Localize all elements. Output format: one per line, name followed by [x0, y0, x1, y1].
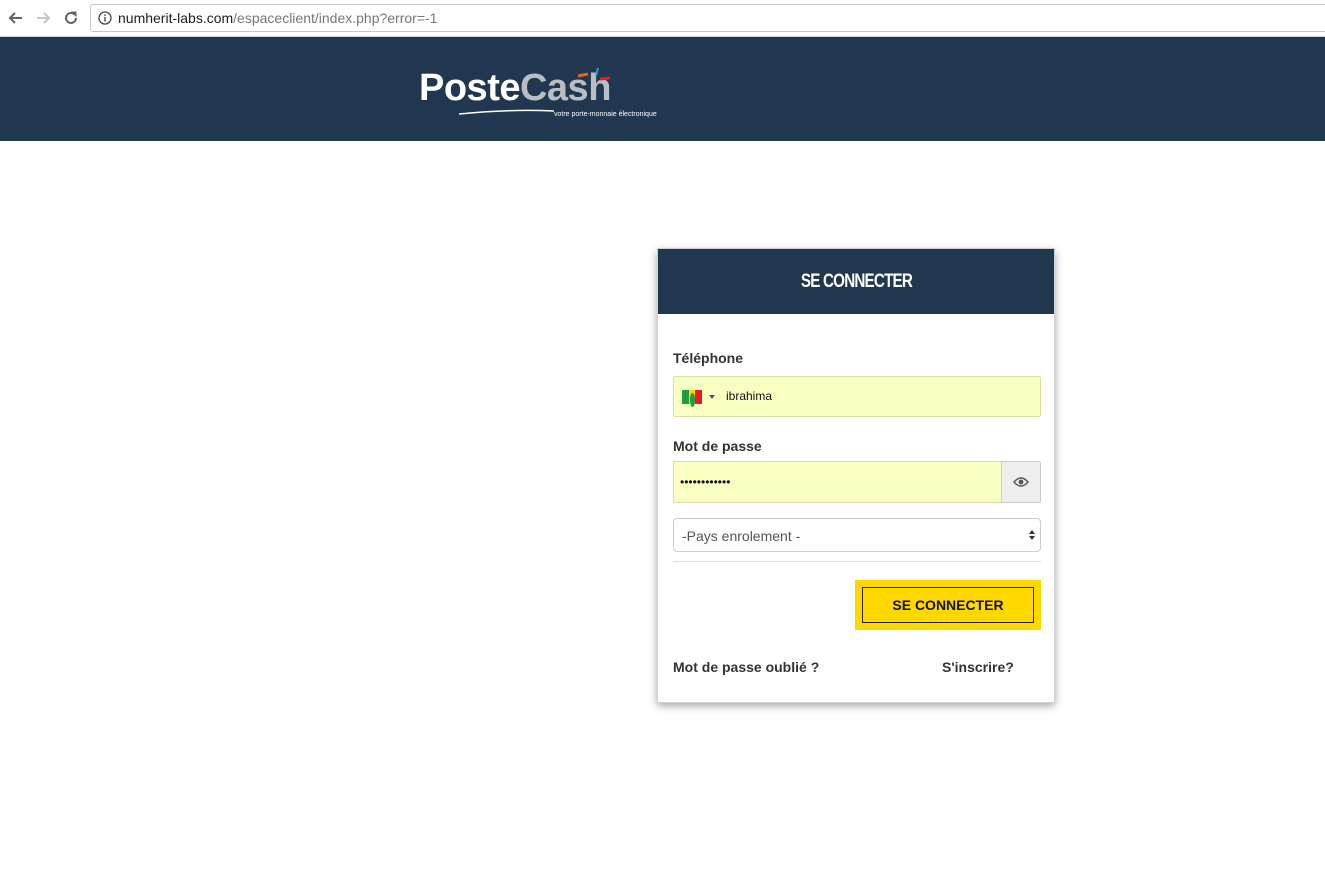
info-icon[interactable] [98, 11, 112, 25]
register-link[interactable]: S'inscrire? [942, 659, 1014, 675]
password-input[interactable]: •••••••••••• [673, 461, 1002, 503]
password-label: Mot de passe [673, 438, 762, 454]
login-card: SE CONNECTER Téléphone ibrahima Mot de p… [657, 248, 1055, 703]
divider [673, 561, 1041, 562]
url-text: numherit-labs.com/espaceclient/index.php… [118, 10, 437, 26]
logo-tagline: votre porte-monnaie électronique [554, 111, 657, 118]
country-enrolment-select[interactable]: -Pays enrolement - [673, 518, 1041, 552]
login-title: SE CONNECTER [800, 270, 912, 292]
logo-word-poste: Poste [419, 67, 520, 109]
submit-button[interactable]: SE CONNECTER [862, 587, 1034, 623]
postecash-logo[interactable]: PosteCash votre porte-monnaie électroniq… [419, 67, 659, 125]
password-group: •••••••••••• [673, 461, 1041, 503]
back-arrow-icon[interactable] [6, 8, 26, 28]
forward-arrow-icon[interactable] [33, 8, 53, 28]
login-card-header: SE CONNECTER [658, 249, 1054, 314]
show-password-button[interactable] [1001, 461, 1041, 503]
phone-label: Téléphone [673, 350, 744, 366]
address-bar[interactable]: numherit-labs.com/espaceclient/index.php… [90, 4, 1325, 32]
url-path: /espaceclient/index.php?error=-1 [233, 10, 438, 26]
country-flag-dropdown[interactable] [682, 390, 718, 407]
eye-icon [1013, 477, 1029, 487]
url-host: numherit-labs.com [118, 10, 234, 26]
site-header: PosteCash votre porte-monnaie électroniq… [0, 37, 1325, 141]
browser-toolbar: numherit-labs.com/espaceclient/index.php… [0, 0, 1325, 37]
password-value: •••••••••••• [680, 475, 731, 489]
submit-button-wrapper[interactable]: SE CONNECTER [855, 580, 1041, 630]
reload-icon[interactable] [61, 8, 81, 28]
phone-input[interactable]: ibrahima [673, 376, 1041, 417]
caret-down-icon [709, 395, 715, 399]
senegal-flag-icon [682, 390, 703, 407]
select-updown-icon [1029, 530, 1035, 540]
logo-swoosh-icon [459, 109, 554, 115]
forgot-password-link[interactable]: Mot de passe oublié ? [673, 659, 819, 675]
phone-value: ibrahima [726, 389, 773, 403]
logo-drops-icon [577, 67, 611, 81]
country-select-value: -Pays enrolement - [682, 528, 801, 544]
